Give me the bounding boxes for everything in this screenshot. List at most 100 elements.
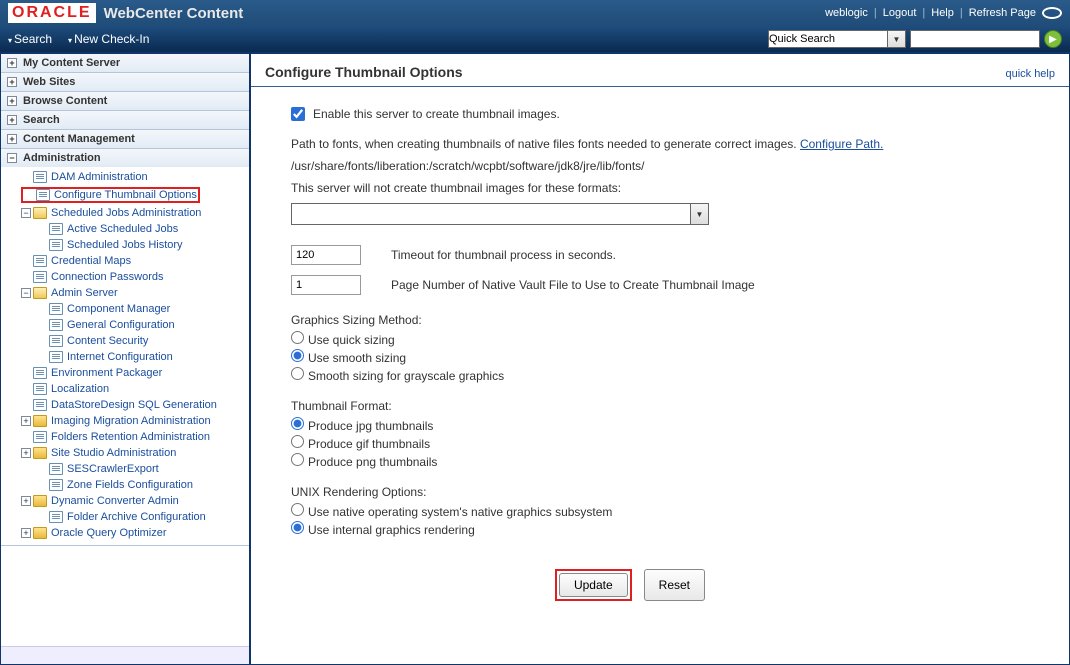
- user-link[interactable]: weblogic: [825, 7, 868, 19]
- tree-site-studio[interactable]: +Site Studio Administration: [5, 445, 249, 461]
- tree-localization[interactable]: Localization: [5, 381, 249, 397]
- page-title: Configure Thumbnail Options: [265, 64, 463, 80]
- format-gif-option[interactable]: Produce gif thumbnails: [291, 435, 1029, 453]
- tree-datastore-sql[interactable]: DataStoreDesign SQL Generation: [5, 397, 249, 413]
- tree-ses-crawler[interactable]: SESCrawlerExport: [5, 461, 249, 477]
- search-menu[interactable]: ▾Search: [8, 32, 52, 46]
- highlight-marker: Update: [555, 569, 632, 601]
- tree-internet-configuration[interactable]: Internet Configuration: [5, 349, 249, 365]
- thumbnail-format-group: Produce jpg thumbnails Produce gif thumb…: [291, 417, 1029, 471]
- page-icon: [49, 463, 63, 475]
- collapse-icon[interactable]: −: [7, 153, 17, 163]
- oracle-logo: ORACLE: [8, 3, 96, 23]
- expand-icon[interactable]: +: [21, 448, 31, 458]
- fonts-path-value: /usr/share/fonts/liberation:/scratch/wcp…: [291, 159, 1029, 173]
- unix-internal-option[interactable]: Use internal graphics rendering: [291, 521, 1029, 539]
- sizing-method-title: Graphics Sizing Method:: [291, 313, 1029, 327]
- folder-icon: [33, 527, 47, 539]
- format-png-option[interactable]: Produce png thumbnails: [291, 453, 1029, 471]
- sidebar-scroll[interactable]: +My Content Server +Web Sites +Browse Co…: [1, 54, 249, 646]
- section-search[interactable]: +Search: [1, 111, 249, 129]
- expand-icon[interactable]: +: [21, 528, 31, 538]
- page-icon: [33, 171, 47, 183]
- reset-button[interactable]: Reset: [644, 569, 705, 601]
- section-browse-content[interactable]: +Browse Content: [1, 92, 249, 110]
- logout-link[interactable]: Logout: [883, 7, 917, 19]
- folder-open-icon: [33, 287, 47, 299]
- search-go-button[interactable]: ▶: [1044, 30, 1062, 48]
- tree-configure-thumbnail[interactable]: Configure Thumbnail Options: [5, 185, 249, 205]
- new-checkin-menu[interactable]: ▾New Check-In: [68, 32, 149, 46]
- tree-credential-maps[interactable]: Credential Maps: [5, 253, 249, 269]
- tree-dynamic-converter[interactable]: +Dynamic Converter Admin: [5, 493, 249, 509]
- timeout-label: Timeout for thumbnail process in seconds…: [391, 248, 616, 262]
- divider: |: [874, 7, 877, 19]
- tree-general-configuration[interactable]: General Configuration: [5, 317, 249, 333]
- unix-rendering-title: UNIX Rendering Options:: [291, 485, 1029, 499]
- thumbnail-format-title: Thumbnail Format:: [291, 399, 1029, 413]
- menu-bar: ▾Search ▾New Check-In ▼ ▶: [0, 26, 1070, 52]
- configure-path-link[interactable]: Configure Path.: [800, 137, 883, 151]
- tree-folder-archive[interactable]: Folder Archive Configuration: [5, 509, 249, 525]
- tree-jobs-history[interactable]: Scheduled Jobs History: [5, 237, 249, 253]
- folder-icon: [33, 415, 47, 427]
- timeout-input[interactable]: [291, 245, 361, 265]
- page-icon: [33, 367, 47, 379]
- search-menu-label: Search: [14, 32, 52, 46]
- quick-help-link[interactable]: quick help: [1005, 68, 1055, 80]
- tree-oracle-query-optimizer[interactable]: +Oracle Query Optimizer: [5, 525, 249, 541]
- sizing-quick-option[interactable]: Use quick sizing: [291, 331, 1029, 349]
- collapse-icon[interactable]: −: [21, 208, 31, 218]
- top-banner: ORACLE WebCenter Content weblogic | Logo…: [0, 0, 1070, 26]
- formats-dropdown[interactable]: [291, 203, 691, 225]
- page-icon: [33, 383, 47, 395]
- sizing-grayscale-option[interactable]: Smooth sizing for grayscale graphics: [291, 367, 1029, 385]
- section-web-sites[interactable]: +Web Sites: [1, 73, 249, 91]
- unix-rendering-group: Use native operating system's native gra…: [291, 503, 1029, 539]
- enable-thumbnails-checkbox[interactable]: [291, 107, 305, 121]
- unix-native-option[interactable]: Use native operating system's native gra…: [291, 503, 1029, 521]
- sizing-smooth-option[interactable]: Use smooth sizing: [291, 349, 1029, 367]
- section-content-management[interactable]: +Content Management: [1, 130, 249, 148]
- expand-icon[interactable]: +: [7, 77, 17, 87]
- tree-imaging-migration[interactable]: +Imaging Migration Administration: [5, 413, 249, 429]
- help-link[interactable]: Help: [931, 7, 954, 19]
- sidebar-scrollbar[interactable]: [1, 646, 249, 664]
- page-icon: [49, 479, 63, 491]
- tree-dam-admin[interactable]: DAM Administration: [5, 169, 249, 185]
- format-jpg-option[interactable]: Produce jpg thumbnails: [291, 417, 1029, 435]
- page-icon: [49, 223, 63, 235]
- tree-content-security[interactable]: Content Security: [5, 333, 249, 349]
- expand-icon[interactable]: +: [7, 58, 17, 68]
- quick-search-select[interactable]: [768, 30, 888, 48]
- sidebar: +My Content Server +Web Sites +Browse Co…: [1, 54, 251, 664]
- tree-connection-passwords[interactable]: Connection Passwords: [5, 269, 249, 285]
- new-checkin-label: New Check-In: [74, 32, 149, 46]
- expand-icon[interactable]: +: [21, 416, 31, 426]
- page-icon: [49, 351, 63, 363]
- tree-zone-fields[interactable]: Zone Fields Configuration: [5, 477, 249, 493]
- chevron-down-icon[interactable]: ▼: [691, 203, 709, 225]
- banner-links: weblogic | Logout | Help | Refresh Page: [825, 7, 1062, 19]
- tree-active-jobs[interactable]: Active Scheduled Jobs: [5, 221, 249, 237]
- tree-environment-packager[interactable]: Environment Packager: [5, 365, 249, 381]
- page-number-input[interactable]: [291, 275, 361, 295]
- tree-scheduled-jobs[interactable]: −Scheduled Jobs Administration: [5, 205, 249, 221]
- quick-search-dropdown-icon[interactable]: ▼: [888, 30, 906, 48]
- tree-folders-retention[interactable]: Folders Retention Administration: [5, 429, 249, 445]
- expand-icon[interactable]: +: [7, 96, 17, 106]
- expand-icon[interactable]: +: [7, 134, 17, 144]
- expand-icon[interactable]: +: [7, 115, 17, 125]
- refresh-link[interactable]: Refresh Page: [969, 7, 1036, 19]
- page-icon: [49, 511, 63, 523]
- tree-admin-server[interactable]: −Admin Server: [5, 285, 249, 301]
- update-button[interactable]: Update: [559, 573, 628, 597]
- expand-icon[interactable]: +: [21, 496, 31, 506]
- section-my-content[interactable]: +My Content Server: [1, 54, 249, 72]
- tree-component-manager[interactable]: Component Manager: [5, 301, 249, 317]
- collapse-icon[interactable]: −: [21, 288, 31, 298]
- page-icon: [33, 255, 47, 267]
- oracle-oval-icon: [1042, 7, 1062, 19]
- section-administration[interactable]: −Administration: [1, 149, 249, 167]
- quick-search-input[interactable]: [910, 30, 1040, 48]
